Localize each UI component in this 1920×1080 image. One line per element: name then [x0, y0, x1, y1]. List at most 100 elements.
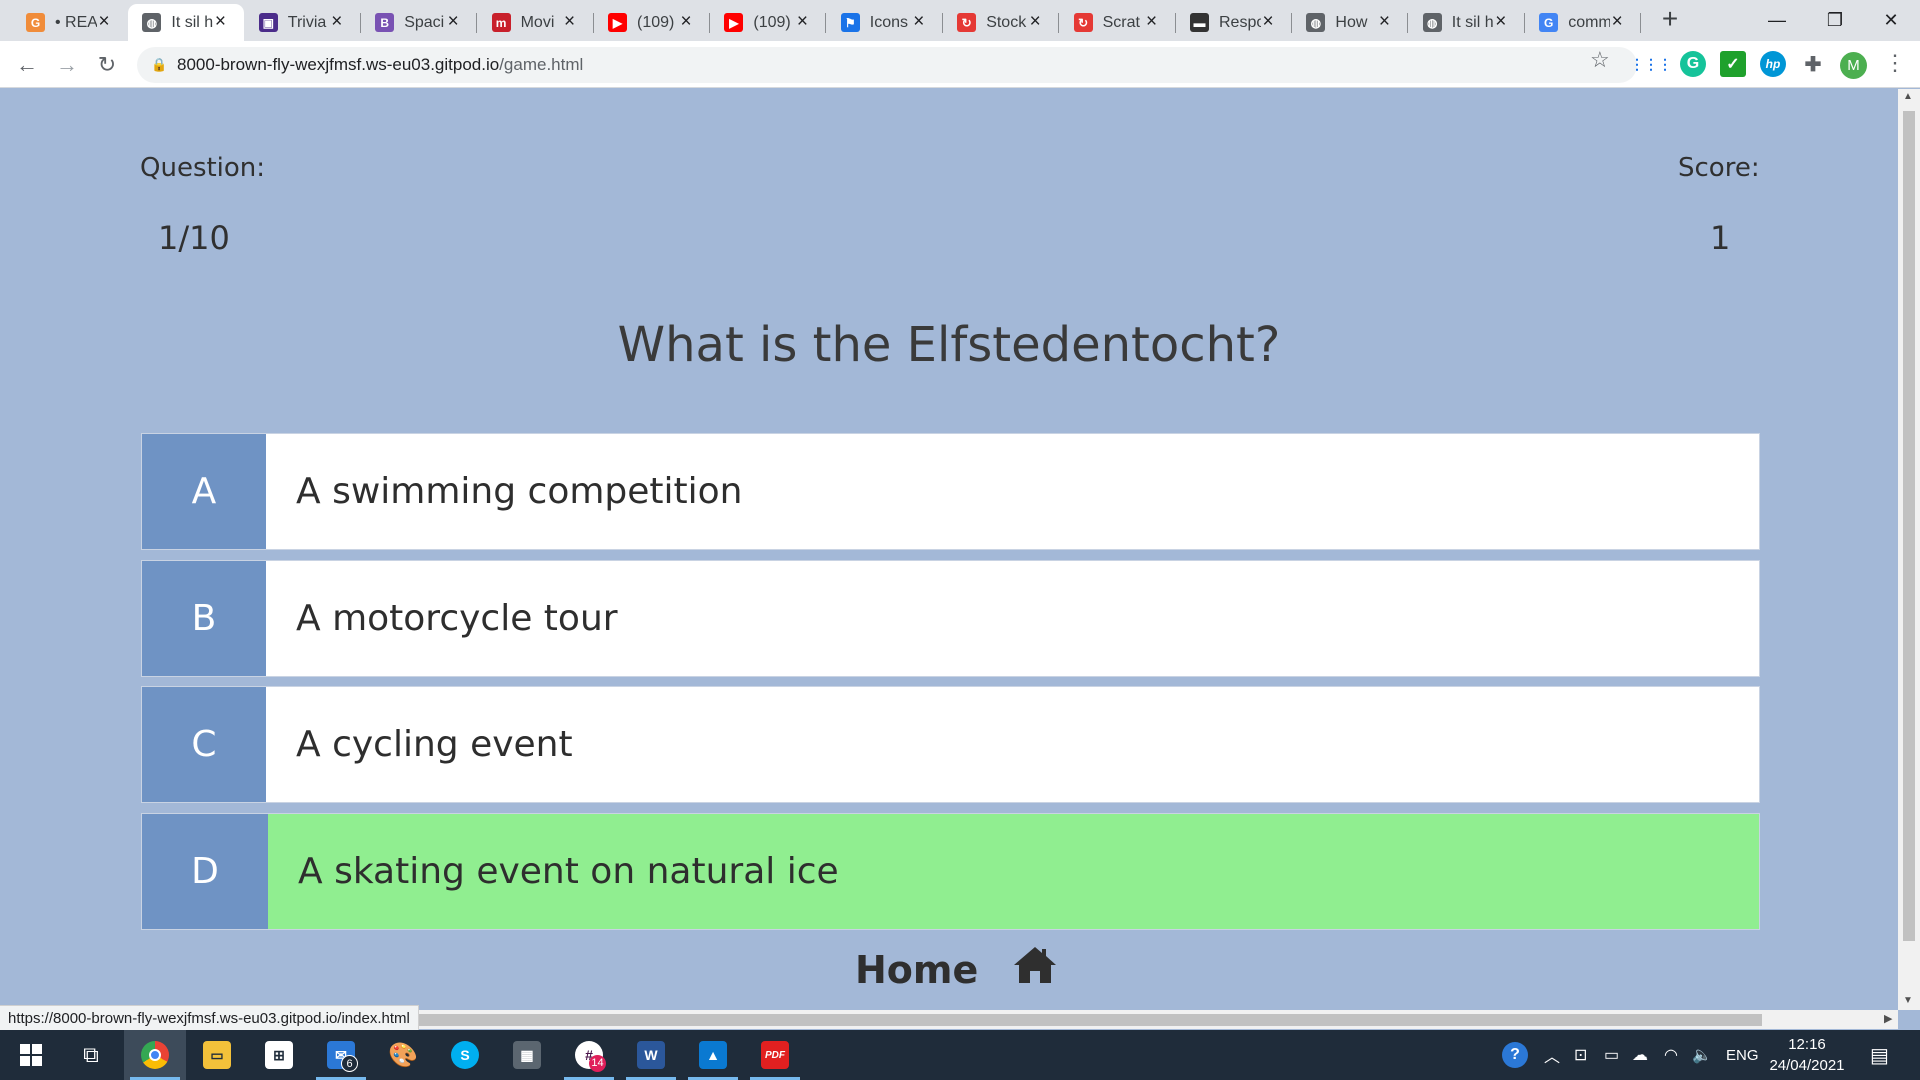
browser-tab[interactable]: G • REA × — [12, 4, 128, 41]
maximize-button[interactable]: ❐ — [1810, 2, 1860, 38]
taskbar-skype[interactable]: S — [434, 1030, 496, 1080]
profile-avatar[interactable]: M — [1840, 52, 1867, 79]
choice-prefix: A — [142, 434, 266, 549]
battery-icon[interactable]: ▭ — [1604, 1030, 1619, 1080]
minimize-button[interactable]: — — [1752, 2, 1802, 38]
vertical-scroll-thumb[interactable] — [1903, 111, 1915, 941]
tab-close-icon[interactable]: × — [1025, 12, 1045, 32]
back-button[interactable]: ← — [12, 50, 42, 80]
choice-c[interactable]: C A cycling event — [141, 686, 1760, 803]
system-clock[interactable]: 12:16 24/04/2021 — [1762, 1034, 1852, 1076]
browser-toolbar: ← → ↻ 🔒 8000-brown-fly-wexjfmsf.ws-eu03.… — [0, 41, 1920, 88]
onedrive-cloud-icon[interactable]: ☁ — [1632, 1030, 1648, 1080]
puzzle-extensions-icon[interactable]: ✚ — [1800, 51, 1826, 77]
show-hidden-icons-chevron-icon[interactable]: ︿ — [1544, 1030, 1560, 1080]
hp-extension-icon[interactable]: hp — [1760, 51, 1786, 77]
browser-tab[interactable]: ⚑ Icons × — [827, 4, 943, 41]
url-host: 8000-brown-fly-wexjfmsf.ws-eu03.gitpod.i… — [177, 55, 500, 74]
taskbar-mail[interactable]: ✉ 6 — [310, 1030, 372, 1080]
taskbar-calculator[interactable]: ▦ — [496, 1030, 558, 1080]
bookmark-star-icon[interactable]: ☆ — [1590, 47, 1610, 73]
tab-title: Respo — [1219, 13, 1261, 31]
tab-close-icon[interactable]: × — [210, 12, 230, 32]
tab-title: Icons — [869, 13, 909, 31]
tab-close-icon[interactable]: × — [327, 12, 347, 32]
tab-title: Trivia — [287, 13, 327, 31]
browser-tab[interactable]: ◍ It sil h × — [128, 4, 245, 41]
tab-close-icon[interactable]: × — [94, 12, 114, 32]
browser-tab[interactable]: ▶ (109) × — [594, 4, 710, 41]
tab-close-icon[interactable]: × — [1607, 12, 1627, 32]
help-icon[interactable]: ? — [1502, 1030, 1528, 1080]
scroll-down-arrow-icon[interactable]: ▼ — [1903, 995, 1913, 1006]
question-progress: 1/10 — [158, 219, 230, 257]
home-link[interactable]: Home — [855, 945, 1058, 994]
slack-badge: 14 — [589, 1055, 606, 1072]
flag-icon: ⚑ — [840, 13, 860, 32]
windows-logo-icon — [20, 1044, 42, 1066]
tab-close-icon[interactable]: × — [909, 12, 929, 32]
notifications-icon[interactable]: ▤ — [1870, 1030, 1889, 1080]
globe-icon: ◍ — [142, 13, 162, 32]
taskbar-photos[interactable]: ▲ — [682, 1030, 744, 1080]
taskbar-pdf[interactable]: PDF — [744, 1030, 806, 1080]
tab-close-icon[interactable]: × — [1258, 12, 1278, 32]
tab-close-icon[interactable]: × — [560, 12, 580, 32]
choice-b[interactable]: B A motorcycle tour — [141, 560, 1760, 677]
volume-icon[interactable]: 🔈 — [1692, 1030, 1712, 1080]
taskbar-slack[interactable]: # 14 — [558, 1030, 620, 1080]
browser-tab[interactable]: ◍ How × — [1292, 4, 1409, 41]
browser-tab[interactable]: ▶ (109) × — [710, 4, 827, 41]
tab-title: (109) — [637, 13, 675, 31]
browser-tab[interactable]: m Movi × — [478, 4, 594, 41]
choice-a[interactable]: A A swimming competition — [141, 433, 1760, 550]
task-view-button[interactable]: ⧉ — [60, 1030, 122, 1080]
apps-grid-icon[interactable]: ⋮⋮⋮ — [1630, 51, 1672, 77]
new-tab-button[interactable]: + — [1656, 5, 1684, 33]
browser-tab[interactable]: B Spaci × — [361, 4, 478, 41]
vertical-scrollbar[interactable]: ▲ ▼ — [1898, 89, 1920, 1010]
language-indicator[interactable]: ENG — [1726, 1030, 1759, 1080]
browser-tab[interactable]: Gcomm × — [1525, 4, 1642, 41]
close-window-button[interactable]: ✕ — [1866, 2, 1916, 38]
browser-tab[interactable]: ▣ Trivia × — [245, 4, 361, 41]
tab-close-icon[interactable]: × — [792, 12, 812, 32]
url-path: /game.html — [499, 55, 584, 74]
chrome-menu-icon[interactable]: ⋮ — [1884, 50, 1906, 76]
tab-close-icon[interactable]: × — [443, 12, 463, 32]
choice-d[interactable]: D A skating event on natural ice — [141, 813, 1760, 930]
taskbar-paint[interactable]: 🎨 — [372, 1030, 434, 1080]
reload-button[interactable]: ↻ — [92, 50, 122, 80]
tab-title: It sil h — [1451, 13, 1494, 31]
forward-button[interactable]: → — [52, 50, 82, 80]
choice-prefix: C — [142, 687, 266, 802]
windows-taskbar: ⧉ ▭ ⊞ ✉ 6 🎨 S ▦ # 14 W ▲ PDF ? ︿ ⊡ ▭ ☁ ◠… — [0, 1030, 1920, 1080]
address-bar[interactable]: 🔒 8000-brown-fly-wexjfmsf.ws-eu03.gitpod… — [137, 47, 1637, 83]
tab-close-icon[interactable]: × — [676, 12, 696, 32]
device-icon[interactable]: ⊡ — [1574, 1030, 1587, 1080]
tab-close-icon[interactable]: × — [1374, 12, 1394, 32]
browser-tab[interactable]: ◍ It sil h × — [1409, 4, 1525, 41]
skype-icon: S — [451, 1041, 479, 1069]
task-view-icon: ⧉ — [83, 1042, 99, 1067]
start-button[interactable] — [0, 1030, 62, 1080]
choice-text: A cycling event — [296, 724, 573, 765]
browser-tab[interactable]: ▬ Respo × — [1176, 4, 1292, 41]
checkmark-extension-icon[interactable]: ✓ — [1720, 51, 1746, 77]
scroll-right-arrow-icon[interactable]: ▶ — [1884, 1012, 1892, 1025]
tab-title: comm — [1568, 13, 1611, 31]
scroll-up-arrow-icon[interactable]: ▲ — [1903, 91, 1913, 102]
grammarly-extension-icon[interactable]: G — [1680, 51, 1706, 77]
taskbar-file-explorer[interactable]: ▭ — [186, 1030, 248, 1080]
tab-title: Movi — [520, 13, 555, 31]
taskbar-word[interactable]: W — [620, 1030, 682, 1080]
tab-close-icon[interactable]: × — [1142, 12, 1162, 32]
taskbar-chrome[interactable] — [124, 1030, 186, 1080]
wifi-icon[interactable]: ◠ — [1664, 1030, 1678, 1080]
browser-tab[interactable]: ↻ Scrat × — [1060, 4, 1176, 41]
taskbar-store[interactable]: ⊞ — [248, 1030, 310, 1080]
browser-tab[interactable]: ↻ Stock × — [943, 4, 1060, 41]
tab-close-icon[interactable]: × — [1491, 12, 1511, 32]
youtube-icon: ▶ — [608, 13, 627, 32]
chrome-icon — [141, 1041, 169, 1069]
